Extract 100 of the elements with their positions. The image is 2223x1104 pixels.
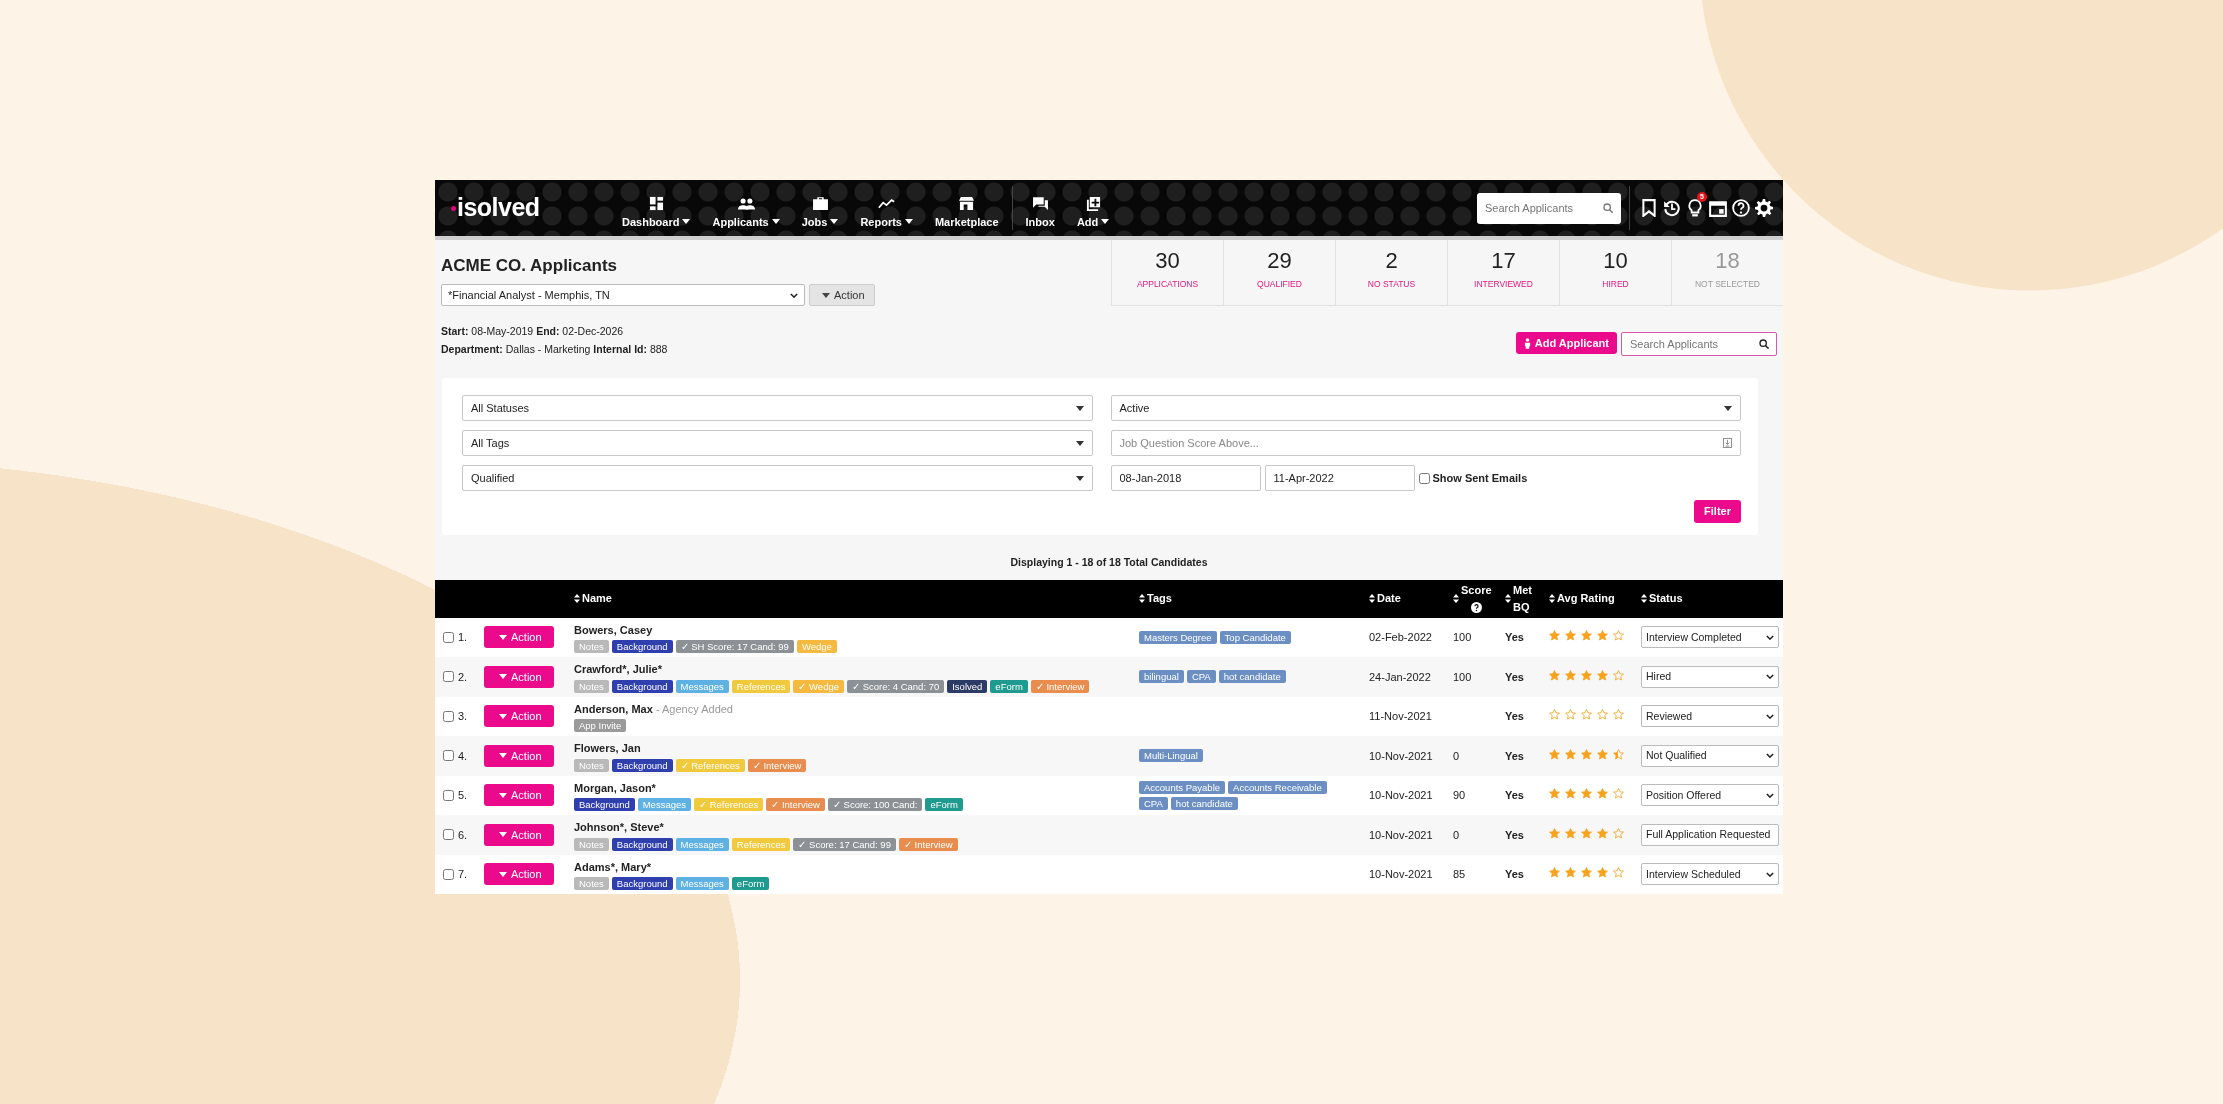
date-from-field[interactable]: 08-Jan-2018	[1110, 465, 1261, 492]
chevron-icon	[1766, 792, 1774, 798]
nav-menu-item[interactable]: Reports	[849, 195, 924, 230]
sort-icon[interactable]	[1139, 594, 1145, 604]
nav-menu-item[interactable]: Inbox	[1014, 195, 1066, 230]
row-number: 2.	[458, 669, 468, 685]
stat-tile[interactable]: 2 NO STATUS	[1335, 240, 1447, 306]
sort-icon[interactable]	[1641, 594, 1647, 604]
status-label[interactable]: Background	[611, 758, 673, 772]
row-checkbox[interactable]	[443, 868, 454, 880]
filter-button[interactable]: Filter	[1694, 500, 1741, 523]
search-icon	[1759, 339, 1769, 349]
column-header[interactable]: Tags	[1147, 590, 1172, 607]
tag: Accounts Payable	[1139, 780, 1226, 794]
caret-icon	[771, 219, 780, 225]
tag: hot candidate	[1170, 796, 1238, 810]
date-to-field[interactable]: 11-Apr-2022	[1264, 465, 1415, 492]
row-checkbox[interactable]	[443, 671, 454, 683]
action-button[interactable]: Action	[484, 744, 554, 767]
score-field[interactable]: Job Question Score Above...	[1110, 430, 1741, 457]
status-select[interactable]: Position Offered	[1641, 784, 1779, 807]
status-select[interactable]: Full Application Requested	[1641, 823, 1779, 846]
caret-icon	[499, 713, 507, 719]
lightbulb-icon[interactable]	[1686, 199, 1704, 217]
storefront-icon	[958, 195, 976, 211]
nav-menu-item[interactable]: Applicants	[701, 195, 791, 230]
add-icon	[1084, 195, 1102, 211]
row-number: 1.	[458, 630, 468, 646]
sort-icon[interactable]	[1549, 594, 1555, 604]
history-icon[interactable]	[1663, 199, 1681, 217]
status-label[interactable]: Background	[611, 640, 673, 654]
candidate-name[interactable]: Bowers, Casey	[574, 623, 653, 636]
search-field[interactable]: Search Applicants	[1621, 332, 1777, 356]
column-header[interactable]: Date	[1377, 590, 1401, 607]
help-icon[interactable]	[1470, 602, 1482, 614]
candidate-name[interactable]: Flowers, Jan	[574, 742, 641, 755]
caret-icon	[499, 792, 507, 798]
nav-menu-item[interactable]: Marketplace	[923, 195, 1010, 230]
help-icon[interactable]	[1732, 199, 1750, 217]
star-icon	[1613, 748, 1624, 760]
row-checkbox[interactable]	[443, 829, 454, 841]
search-field[interactable]: Search Applicants	[1477, 192, 1621, 224]
status-select[interactable]: Reviewed	[1641, 705, 1779, 728]
settings-icon[interactable]	[1755, 199, 1773, 217]
calendar-icon[interactable]	[1709, 199, 1727, 217]
status-select[interactable]: Not Qualified	[1641, 744, 1779, 767]
status-label[interactable]: Isolved	[947, 679, 988, 693]
star-icon	[1613, 827, 1624, 839]
sort-icon[interactable]	[1369, 594, 1375, 604]
bookmark-icon[interactable]	[1640, 199, 1658, 217]
status-label[interactable]: Background	[611, 877, 673, 891]
status-select[interactable]: Interview Scheduled	[1641, 863, 1779, 886]
checkbox[interactable]	[1418, 472, 1430, 484]
nav-menu-item[interactable]: Add	[1065, 195, 1121, 230]
action-button[interactable]: Action	[809, 284, 875, 307]
row-checkbox[interactable]	[443, 750, 454, 762]
status-select[interactable]: Hired	[1641, 665, 1779, 688]
candidate-name[interactable]: Adams*, Mary*	[574, 860, 652, 873]
column-header[interactable]: Score	[1461, 584, 1492, 597]
tags-select[interactable]: All Tags	[462, 430, 1093, 457]
candidate-name[interactable]: Johnson*, Steve*	[574, 821, 664, 834]
action-button[interactable]: Action	[484, 823, 554, 846]
sort-icon[interactable]	[1453, 594, 1459, 604]
score-cell: 90	[1453, 789, 1466, 802]
status-select[interactable]: All Statuses	[462, 395, 1093, 422]
status-label[interactable]: Background	[611, 837, 673, 851]
action-button[interactable]: Action	[484, 863, 554, 886]
row-checkbox[interactable]	[443, 710, 454, 722]
row-checkbox[interactable]	[443, 789, 454, 801]
candidate-name[interactable]: Anderson, Max	[574, 702, 653, 715]
column-header[interactable]: Status	[1649, 590, 1683, 607]
status-label[interactable]: Background	[574, 798, 635, 812]
status-label[interactable]: Background	[611, 679, 673, 693]
star-icon	[1565, 709, 1576, 721]
star-icon	[1565, 867, 1576, 879]
stat-tile[interactable]: 30 APPLICATIONS	[1111, 240, 1223, 306]
stat-tile[interactable]: 10 HIRED	[1559, 240, 1671, 306]
job-select[interactable]: *Financial Analyst - Memphis, TN	[441, 284, 805, 307]
sort-icon[interactable]	[574, 594, 580, 604]
action-button[interactable]: Action	[484, 665, 554, 688]
qualification-select[interactable]: Qualified	[462, 465, 1093, 492]
nav-menu-item[interactable]: Jobs	[790, 195, 850, 230]
chevron-icon	[1766, 753, 1774, 759]
star-icon	[1581, 867, 1592, 879]
stat-tile[interactable]: 29 QUALIFIED	[1223, 240, 1335, 306]
row-number: 4.	[458, 748, 468, 764]
stat-tile[interactable]: 17 INTERVIEWED	[1447, 240, 1559, 306]
column-header[interactable]: Name	[582, 590, 612, 607]
action-button[interactable]: Action	[484, 626, 554, 649]
action-button[interactable]: Action	[484, 784, 554, 807]
star-icon	[1549, 788, 1560, 800]
candidate-name[interactable]: Morgan, Jason*	[574, 781, 656, 794]
active-select[interactable]: Active	[1110, 395, 1741, 422]
row-checkbox[interactable]	[443, 631, 454, 643]
candidate-name[interactable]: Crawford*, Julie*	[574, 663, 663, 676]
add-applicant-button[interactable]: Add Applicant	[1515, 332, 1617, 354]
status-select[interactable]: Interview Completed	[1641, 626, 1779, 649]
action-button[interactable]: Action	[484, 705, 554, 728]
nav-menu-item[interactable]: Dashboard	[611, 195, 702, 230]
sort-icon[interactable]	[1505, 594, 1511, 604]
